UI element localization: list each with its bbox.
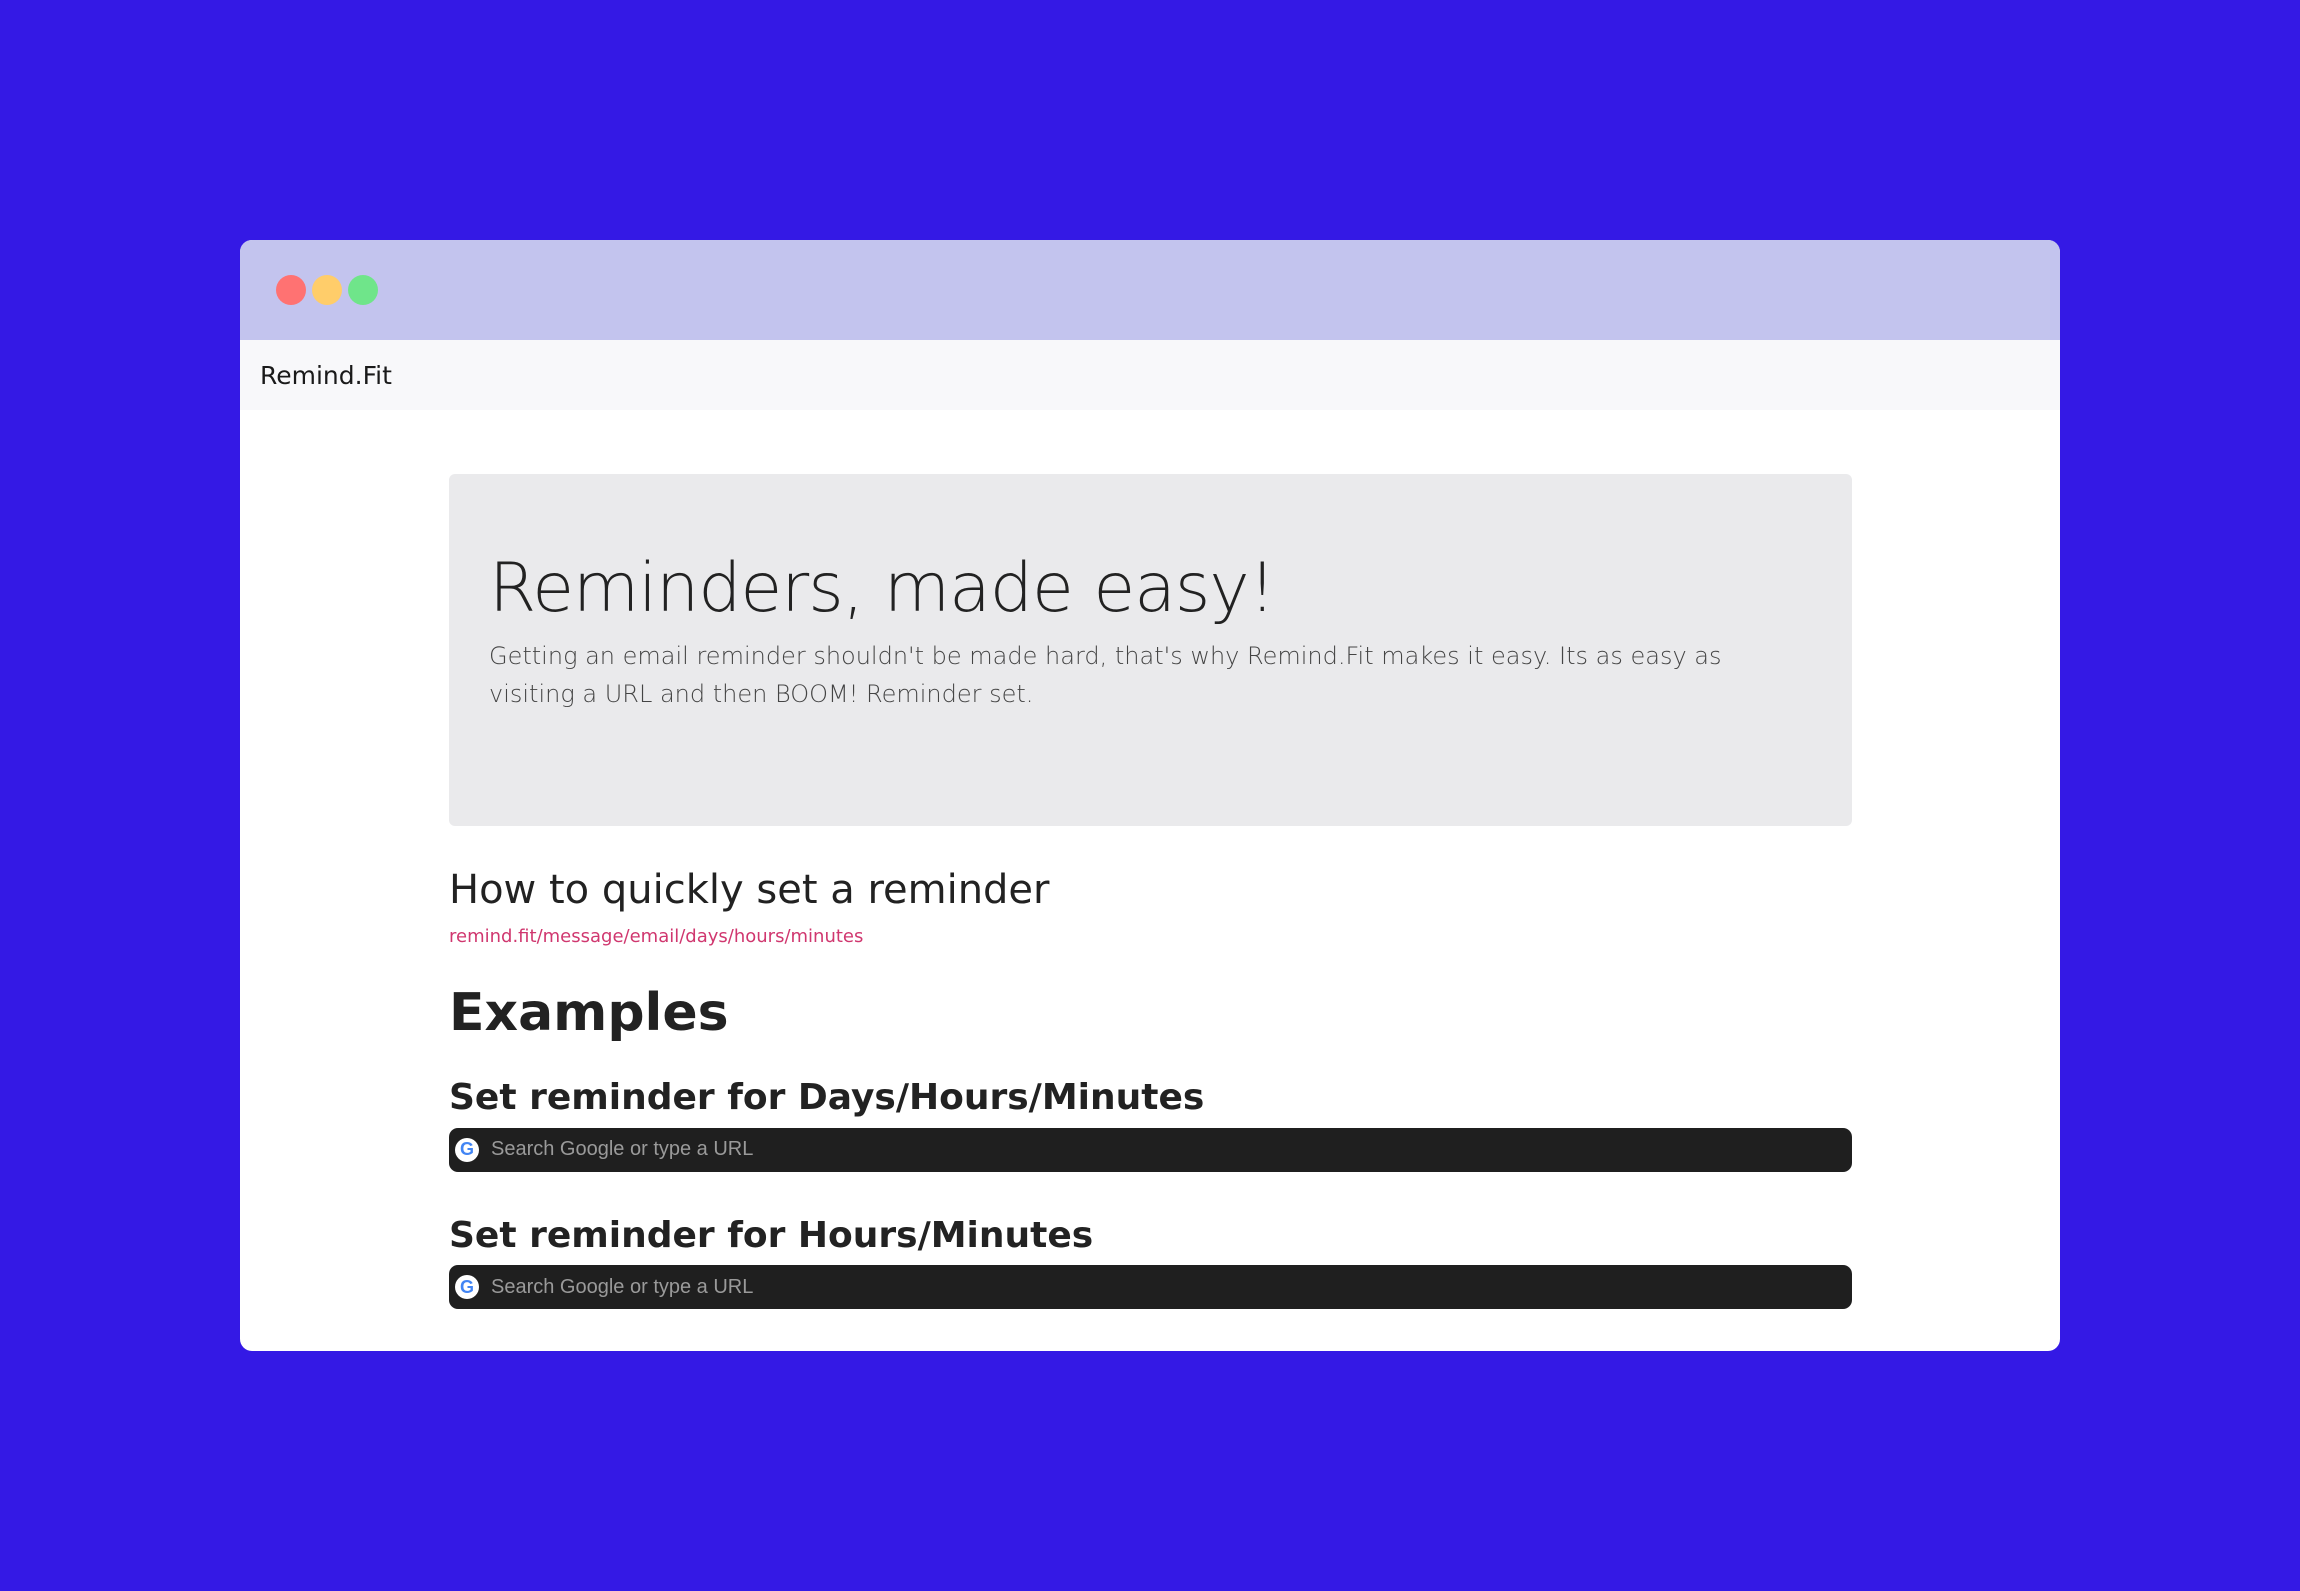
main-content: Reminders, made easy! Getting an email r… [449,474,1852,1310]
maximize-window-button[interactable] [348,275,378,305]
hero-title: Reminders, made easy! [489,549,1276,628]
brand-link[interactable]: Remind.Fit [260,361,392,390]
example-address-bar: G [449,1265,1852,1310]
google-icon: G [455,1137,479,1162]
address-bar-input[interactable] [491,1275,1791,1299]
howto-heading: How to quickly set a reminder [449,867,1050,913]
hero-description: Getting an email reminder shouldn't be m… [489,641,1722,708]
hero-jumbotron: Reminders, made easy! Getting an email r… [449,474,1852,826]
minimize-window-button[interactable] [312,275,342,305]
example-days-hours-minutes-title: Set reminder for Days/Hours/Minutes [449,1077,1205,1119]
address-bar-input[interactable] [491,1138,1791,1162]
examples-heading: Examples [449,983,729,1043]
browser-window: Remind.Fit Reminders, made easy! Getting… [240,240,2060,1351]
google-icon: G [455,1275,479,1300]
site-navbar: Remind.Fit [240,340,2060,410]
window-titlebar [240,240,2060,340]
close-window-button[interactable] [276,275,306,305]
example-hours-minutes-title: Set reminder for Hours/Minutes [449,1214,1094,1256]
url-pattern-code: remind.fit/message/email/days/hours/minu… [449,926,864,947]
example-address-bar: G [449,1127,1852,1172]
